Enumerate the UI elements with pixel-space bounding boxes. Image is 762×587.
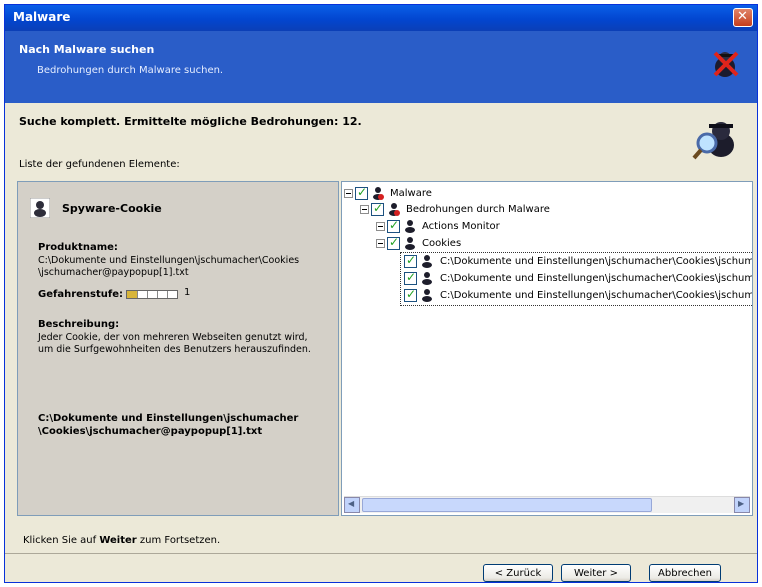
spy-icon	[422, 289, 432, 302]
tree-node-cookie-item[interactable]: C:\Dokumente und Einstellungen\jschumach…	[404, 253, 753, 270]
next-button[interactable]: Weiter >	[561, 564, 631, 582]
tree-label-cookie-item: C:\Dokumente und Einstellungen\jschumach…	[440, 290, 753, 301]
close-button[interactable]	[733, 8, 753, 27]
checkbox-malware[interactable]	[355, 185, 368, 200]
footer-divider	[5, 553, 757, 554]
tree-node-cookie-item[interactable]: C:\Dokumente und Einstellungen\jschumach…	[404, 287, 753, 304]
malware-window: Malware Nach Malware suchen Bedrohungen …	[4, 4, 758, 583]
item-path: C:\Dokumente und Einstellungen\jschumach…	[38, 412, 298, 438]
danger-level-meter	[126, 290, 178, 299]
horizontal-scrollbar[interactable]	[344, 496, 750, 513]
tree-label-threats: Bedrohungen durch Malware	[406, 204, 550, 215]
tree-node-cookies[interactable]: Cookies	[376, 235, 746, 252]
header-title: Nach Malware suchen	[19, 43, 155, 56]
description-label: Beschreibung:	[38, 319, 120, 330]
threat-tree[interactable]: Malware Bedrohungen durch Malware Action…	[341, 181, 753, 516]
tree-label-cookie-item: C:\Dokumente und Einstellungen\jschumach…	[440, 256, 753, 267]
item-path-line2: \Cookies\jschumacher@paypopup[1].txt	[38, 426, 263, 437]
description-line2: um die Surfgewohnheiten des Benutzers he…	[38, 344, 311, 355]
collapse-icon[interactable]	[344, 189, 353, 198]
spy-icon	[405, 237, 415, 250]
product-name-line1: C:\Dokumente und Einstellungen\jschumach…	[38, 255, 300, 266]
footer-instruction: Klicken Sie auf Weiter zum Fortsetzen.	[23, 535, 220, 546]
header-subtitle: Bedrohungen durch Malware suchen.	[37, 65, 224, 76]
item-path-line1: C:\Dokumente und Einstellungen\jschumach…	[38, 413, 299, 424]
spyware-icon	[30, 198, 50, 218]
scrollbar-thumb[interactable]	[362, 498, 652, 512]
product-name-label: Produktname:	[38, 242, 118, 253]
tree-node-malware[interactable]: Malware	[344, 185, 744, 202]
tree-node-cookie-item[interactable]: C:\Dokumente und Einstellungen\jschumach…	[404, 270, 753, 287]
spy-icon	[422, 255, 432, 268]
collapse-icon[interactable]	[360, 205, 369, 214]
footer-text-prefix: Klicken Sie auf	[23, 535, 100, 546]
cancel-button[interactable]: Abbrechen	[649, 564, 721, 582]
spy-cancel-icon	[713, 51, 739, 77]
title-bar[interactable]: Malware	[5, 5, 757, 31]
tree-node-threats[interactable]: Bedrohungen durch Malware	[360, 201, 750, 218]
product-name-line2: \jschumacher@paypopup[1].txt	[38, 267, 189, 278]
item-title: Spyware-Cookie	[62, 202, 162, 215]
footer-text-bold: Weiter	[99, 535, 137, 546]
spy-icon	[422, 272, 432, 285]
spy-search-icon	[692, 122, 734, 160]
wizard-header: Nach Malware suchen Bedrohungen durch Ma…	[5, 31, 757, 103]
tree-label-cookies: Cookies	[422, 238, 462, 249]
description-line1: Jeder Cookie, der von mehreren Webseiten…	[38, 332, 308, 343]
danger-level-label: Gefahrenstufe:	[38, 289, 124, 300]
footer-text-suffix: zum Fortsetzen.	[136, 535, 221, 546]
window-title: Malware	[13, 10, 71, 24]
checkbox-cookies[interactable]	[387, 235, 400, 250]
checkbox-threats[interactable]	[371, 201, 384, 216]
scroll-right-button[interactable]	[734, 497, 750, 513]
details-panel: Spyware-Cookie Produktname: C:\Dokumente…	[17, 181, 339, 516]
checkbox-cookie-item[interactable]	[404, 287, 417, 302]
back-button[interactable]: < Zurück	[483, 564, 553, 582]
collapse-icon[interactable]	[376, 222, 385, 231]
malware-icon	[373, 187, 384, 200]
threat-icon	[389, 203, 400, 216]
checkbox-cookie-item[interactable]	[404, 253, 417, 268]
found-items-label: Liste der gefundenen Elemente:	[19, 159, 180, 170]
tree-label-malware: Malware	[390, 188, 432, 199]
checkbox-actions-monitor[interactable]	[387, 218, 400, 233]
spy-icon	[405, 220, 415, 233]
tree-label-actions-monitor: Actions Monitor	[422, 221, 500, 232]
tree-label-cookie-item: C:\Dokumente und Einstellungen\jschumach…	[440, 273, 753, 284]
scan-result-text: Suche komplett. Ermittelte mögliche Bedr…	[19, 115, 362, 128]
danger-level-value: 1	[184, 287, 191, 298]
collapse-icon[interactable]	[376, 239, 385, 248]
tree-node-actions-monitor[interactable]: Actions Monitor	[376, 218, 746, 235]
checkbox-cookie-item[interactable]	[404, 270, 417, 285]
scroll-left-button[interactable]	[344, 497, 360, 513]
danger-level-fill	[127, 291, 137, 298]
